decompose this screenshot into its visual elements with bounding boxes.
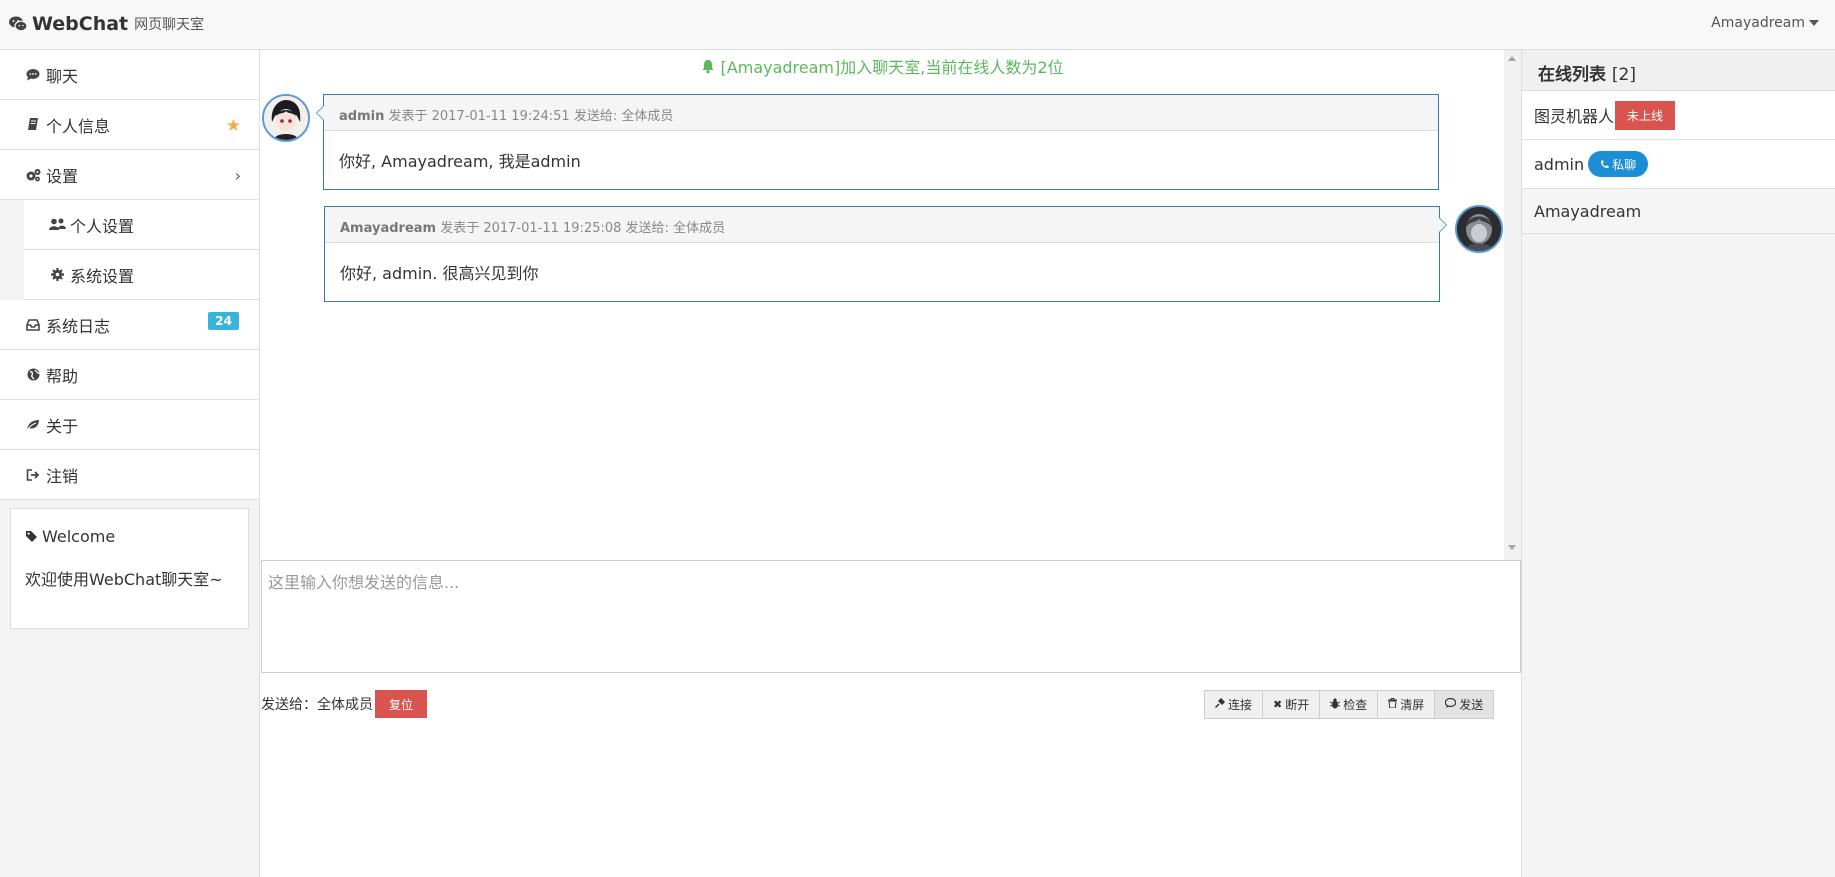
sidebar-item-personal-settings[interactable]: 个人设置 bbox=[24, 200, 259, 250]
message-sender[interactable]: admin bbox=[339, 109, 384, 124]
system-notice: [Amayadream]加入聊天室,当前在线人数为2位 bbox=[261, 54, 1504, 78]
welcome-panel: Welcome 欢迎使用WebChat聊天室~ bbox=[10, 508, 249, 629]
online-user-row[interactable]: admin 私聊 bbox=[1522, 140, 1835, 189]
reset-button[interactable]: 复位 bbox=[375, 690, 428, 718]
sidebar-item-system-settings[interactable]: 系统设置 bbox=[24, 250, 259, 300]
online-user-row[interactable]: 图灵机器人 未上线 bbox=[1522, 91, 1835, 140]
sidebar-item-label: 系统日志 bbox=[46, 316, 111, 336]
online-user-name: 图灵机器人 bbox=[1534, 107, 1615, 126]
brand-logo[interactable]: WebChat 网页聊天室 bbox=[9, 13, 204, 35]
comment-icon bbox=[24, 68, 42, 81]
message-header: Amayadream 发表于 2017-01-11 19:25:08 发送给: … bbox=[325, 207, 1439, 243]
wechat-icon bbox=[9, 16, 27, 32]
message-meta: 发表于 2017-01-11 19:24:51 发送给: 全体成员 bbox=[388, 109, 674, 124]
welcome-text: 欢迎使用WebChat聊天室~ bbox=[25, 570, 223, 589]
message-bubble: admin 发表于 2017-01-11 19:24:51 发送给: 全体成员 … bbox=[316, 94, 1439, 190]
sidebar-item-profile[interactable]: 个人信息 ★ bbox=[0, 100, 259, 150]
online-user-row[interactable]: Amayadream bbox=[1522, 189, 1835, 234]
avatar-admin[interactable] bbox=[262, 94, 310, 142]
message-input[interactable] bbox=[261, 560, 1521, 673]
plug-icon bbox=[1214, 698, 1225, 711]
welcome-title-text: Welcome bbox=[42, 527, 116, 546]
trash-icon bbox=[1388, 698, 1398, 711]
star-icon: ★ bbox=[225, 116, 241, 136]
sidebar-item-label: 聊天 bbox=[46, 66, 79, 86]
clear-button[interactable]: 清屏 bbox=[1378, 691, 1436, 718]
chat-history[interactable]: [Amayadream]加入聊天室,当前在线人数为2位 admin 发表于 20… bbox=[261, 50, 1504, 560]
gear-icon bbox=[48, 268, 66, 281]
message-sender[interactable]: Amayadream bbox=[340, 221, 436, 236]
send-to-label: 发送给：全体成员 bbox=[261, 697, 373, 713]
leaf-icon bbox=[24, 419, 42, 431]
user-dropdown[interactable]: Amayadream bbox=[1711, 15, 1819, 31]
comment-icon bbox=[1444, 697, 1457, 711]
clear-label: 清屏 bbox=[1400, 698, 1425, 712]
message-meta: 发表于 2017-01-11 19:25:08 发送给: 全体成员 bbox=[440, 221, 726, 236]
sidebar-item-help[interactable]: 帮助 bbox=[0, 350, 259, 400]
phone-icon bbox=[1600, 160, 1609, 169]
sidebar-item-label: 关于 bbox=[46, 416, 79, 436]
connect-label: 连接 bbox=[1228, 698, 1253, 712]
sidebar-item-label: 帮助 bbox=[46, 366, 79, 386]
action-button-group: 连接 ✖ 断开 检查 清屏 发送 bbox=[1204, 690, 1495, 719]
sidebar: 聊天 个人信息 ★ 设置 › 个人设置 系统设置 系统日志 24 帮助 关于 注… bbox=[0, 50, 260, 877]
sidebar-item-logout[interactable]: 注销 bbox=[0, 450, 259, 500]
sidebar-item-label: 设置 bbox=[46, 166, 79, 186]
message-bubble: Amayadream 发表于 2017-01-11 19:25:08 发送给: … bbox=[324, 206, 1447, 302]
offline-badge: 未上线 bbox=[1615, 100, 1676, 130]
private-chat-label: 私聊 bbox=[1612, 157, 1637, 172]
online-list-title: 在线列表 [2] bbox=[1522, 50, 1835, 91]
check-button[interactable]: 检查 bbox=[1320, 691, 1379, 718]
users-icon bbox=[48, 218, 66, 231]
log-count-badge: 24 bbox=[208, 312, 239, 330]
chevron-right-icon: › bbox=[234, 166, 241, 185]
connect-button[interactable]: 连接 bbox=[1205, 691, 1264, 718]
tag-icon bbox=[25, 530, 38, 543]
cogs-icon bbox=[24, 168, 42, 182]
inbox-icon bbox=[24, 318, 42, 331]
check-label: 检查 bbox=[1343, 698, 1368, 712]
sidebar-item-label: 个人信息 bbox=[46, 116, 111, 136]
send-label: 发送 bbox=[1459, 698, 1484, 712]
message-text: 你好, admin. 很高兴见到你 bbox=[340, 264, 539, 283]
online-user-name: admin bbox=[1534, 154, 1585, 174]
caret-down-icon bbox=[1809, 20, 1819, 26]
sidebar-item-settings[interactable]: 设置 › bbox=[0, 150, 259, 200]
sidebar-item-system-log[interactable]: 系统日志 24 bbox=[0, 300, 259, 350]
top-navbar: WebChat 网页聊天室 Amayadream bbox=[0, 0, 1835, 50]
online-list-panel: 在线列表 [2] 图灵机器人 未上线 admin 私聊 Amayadream bbox=[1521, 50, 1835, 877]
bubble-pointer bbox=[1439, 217, 1447, 233]
system-notice-text: [Amayadream]加入聊天室,当前在线人数为2位 bbox=[720, 58, 1064, 77]
send-target: 发送给：全体成员 复位 bbox=[261, 690, 428, 718]
send-button[interactable]: 发送 bbox=[1435, 691, 1494, 718]
message-text: 你好, Amayadream, 我是admin bbox=[339, 152, 581, 171]
welcome-title: Welcome bbox=[25, 527, 234, 546]
close-icon: ✖ bbox=[1273, 698, 1283, 711]
sidebar-item-label: 个人设置 bbox=[70, 216, 135, 236]
book-icon bbox=[24, 118, 42, 131]
scroll-down-arrow-icon[interactable] bbox=[1508, 545, 1516, 550]
brand-title: WebChat bbox=[32, 13, 129, 35]
chat-scrollbar[interactable] bbox=[1504, 50, 1521, 560]
disconnect-button[interactable]: ✖ 断开 bbox=[1263, 691, 1321, 718]
message-header: admin 发表于 2017-01-11 19:24:51 发送给: 全体成员 bbox=[324, 95, 1438, 131]
globe-icon bbox=[24, 368, 42, 381]
bubble-pointer bbox=[316, 105, 324, 121]
sidebar-item-label: 注销 bbox=[46, 466, 79, 486]
scroll-up-arrow-icon[interactable] bbox=[1508, 56, 1516, 61]
disconnect-label: 断开 bbox=[1285, 698, 1310, 712]
bell-icon bbox=[701, 59, 715, 74]
online-title-text: 在线列表 bbox=[1538, 65, 1606, 85]
bug-icon bbox=[1330, 697, 1341, 712]
online-user-name: Amayadream bbox=[1534, 201, 1642, 221]
sidebar-item-chat[interactable]: 聊天 bbox=[0, 50, 259, 100]
sidebar-item-label: 系统设置 bbox=[70, 266, 135, 286]
user-name: Amayadream bbox=[1711, 15, 1805, 31]
sidebar-item-about[interactable]: 关于 bbox=[0, 400, 259, 450]
avatar-amayadream[interactable] bbox=[1455, 205, 1503, 253]
private-chat-button[interactable]: 私聊 bbox=[1588, 151, 1649, 177]
sign-out-icon bbox=[24, 468, 42, 481]
online-count: [2] bbox=[1611, 65, 1637, 85]
brand-subtitle: 网页聊天室 bbox=[134, 17, 205, 33]
